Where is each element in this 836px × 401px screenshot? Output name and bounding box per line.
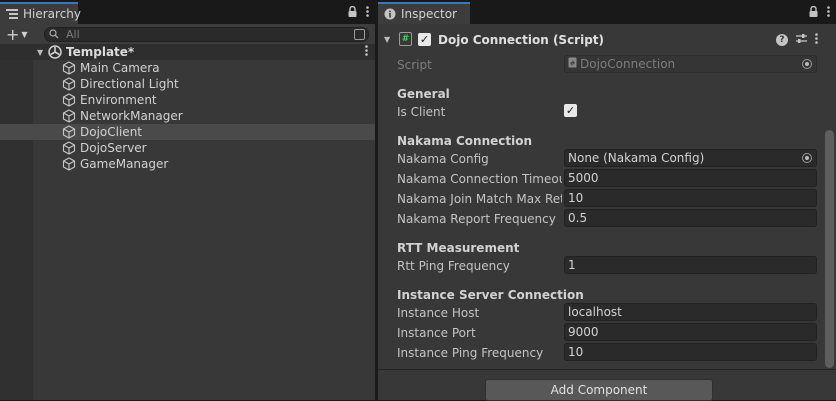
- instance-ping-label: Instance Ping Frequency: [397, 346, 544, 360]
- instance-ping-value: 10: [568, 345, 584, 359]
- tab-inspector-label: Inspector: [401, 7, 457, 21]
- nakama-report-label: Nakama Report Frequency: [397, 212, 556, 226]
- expand-arrow-icon[interactable]: ▼: [37, 48, 43, 57]
- gameobject-cube-icon: [62, 157, 76, 174]
- scene-menu-icon[interactable]: [365, 45, 368, 59]
- add-component-area: Add Component: [378, 369, 836, 401]
- hierarchy-item-label: DojoServer: [80, 141, 147, 155]
- search-input[interactable]: All: [44, 27, 369, 42]
- hierarchy-item-label: Main Camera: [80, 61, 160, 75]
- inspector-scrollbar[interactable]: [825, 130, 834, 368]
- script-value: DojoConnection: [580, 57, 676, 71]
- tab-hierarchy-label: Hierarchy: [23, 7, 82, 21]
- inspector-panel: Inspector ▼ # ✓ Dojo Connection (Script)…: [378, 0, 836, 401]
- gameobject-list: Main Camera Directional Light Environment N…: [0, 60, 375, 172]
- component-header[interactable]: ▼ # ✓ Dojo Connection (Script) ?: [378, 30, 820, 50]
- hierarchy-item[interactable]: Environment: [0, 92, 375, 108]
- instance-port-field[interactable]: 9000: [564, 323, 817, 341]
- nakama-report-field[interactable]: 0.5: [564, 209, 817, 227]
- nakama-config-field[interactable]: None (Nakama Config): [564, 149, 817, 167]
- hierarchy-item-label: NetworkManager: [80, 109, 183, 123]
- script-file-icon: #: [568, 57, 577, 71]
- hierarchy-tree: ▼ Template* Main Camera Directional Light…: [0, 44, 375, 172]
- add-component-button[interactable]: Add Component: [485, 379, 713, 401]
- component-enabled-checkbox[interactable]: ✓: [418, 33, 431, 46]
- instance-host-label: Instance Host: [397, 306, 480, 320]
- list-icon: [6, 8, 18, 20]
- lock-icon[interactable]: [348, 5, 357, 20]
- presets-icon[interactable]: [796, 33, 807, 47]
- hierarchy-panel: Hierarchy + ▼ All ▼ Template* Main Camer…: [0, 0, 375, 400]
- script-field: # DojoConnection: [564, 55, 817, 73]
- hierarchy-item[interactable]: GameManager: [0, 156, 375, 172]
- instance-port-value: 9000: [568, 325, 599, 339]
- is-client-checkbox[interactable]: ✓: [564, 104, 577, 117]
- tab-inspector[interactable]: Inspector: [378, 2, 470, 24]
- nakama-retries-field[interactable]: 10: [564, 189, 817, 207]
- search-icon: [49, 28, 60, 42]
- rtt-ping-field[interactable]: 1: [564, 256, 817, 274]
- component-menu-icon[interactable]: [815, 33, 818, 47]
- hierarchy-item[interactable]: Directional Light: [0, 76, 375, 92]
- tab-hierarchy[interactable]: Hierarchy: [0, 2, 82, 24]
- csharp-script-icon: #: [399, 32, 412, 46]
- scene-row[interactable]: ▼ Template*: [0, 44, 375, 60]
- object-picker-icon: [802, 59, 812, 69]
- help-icon[interactable]: ?: [776, 34, 788, 46]
- create-dropdown-button[interactable]: + ▼: [6, 25, 28, 44]
- script-label: Script: [397, 58, 432, 72]
- nakama-timeout-field[interactable]: 5000: [564, 169, 817, 187]
- section-rtt: RTT Measurement: [397, 241, 520, 255]
- hierarchy-tabbar: Hierarchy: [0, 0, 375, 24]
- inspector-tabbar: Inspector: [378, 0, 836, 24]
- hierarchy-item[interactable]: DojoClient: [0, 124, 375, 140]
- nakama-config-value: None (Nakama Config): [568, 151, 705, 165]
- nakama-timeout-label: Nakama Connection Timeout: [397, 172, 562, 186]
- collapse-arrow-icon[interactable]: ▼: [384, 35, 390, 44]
- hierarchy-item-label: Directional Light: [80, 77, 179, 91]
- instance-host-value: localhost: [568, 305, 622, 319]
- rtt-ping-label: Rtt Ping Frequency: [397, 259, 510, 273]
- nakama-retries-value: 10: [568, 191, 584, 205]
- section-instance: Instance Server Connection: [397, 288, 584, 302]
- instance-host-field[interactable]: localhost: [564, 303, 817, 321]
- hierarchy-item-label: Environment: [80, 93, 157, 107]
- instance-ping-field[interactable]: 10: [564, 343, 817, 361]
- nakama-report-value: 0.5: [568, 211, 588, 225]
- svg-text:#: #: [570, 60, 576, 68]
- info-icon: [384, 8, 396, 20]
- section-general: General: [397, 87, 450, 101]
- nakama-timeout-value: 5000: [568, 171, 599, 185]
- hierarchy-item-label: DojoClient: [80, 125, 142, 139]
- hierarchy-item[interactable]: DojoServer: [0, 140, 375, 156]
- is-client-label: Is Client: [397, 105, 446, 119]
- chevron-down-icon: ▼: [21, 30, 28, 39]
- nakama-retries-label: Nakama Join Match Max Retri: [397, 192, 562, 206]
- lock-icon[interactable]: [809, 5, 818, 20]
- hierarchy-item[interactable]: Main Camera: [0, 60, 375, 76]
- scene-name: Template*: [66, 45, 135, 59]
- plus-icon: +: [6, 25, 20, 44]
- component-title: Dojo Connection (Script): [438, 33, 605, 47]
- more-options-icon[interactable]: [827, 6, 830, 20]
- instance-port-label: Instance Port: [397, 326, 476, 340]
- rtt-ping-value: 1: [568, 258, 576, 272]
- hierarchy-item[interactable]: NetworkManager: [0, 108, 375, 124]
- object-picker-icon[interactable]: [802, 153, 812, 163]
- search-by-type-icon[interactable]: [354, 29, 365, 40]
- section-nakama: Nakama Connection: [397, 134, 533, 148]
- hierarchy-item-label: GameManager: [80, 157, 169, 171]
- more-options-icon[interactable]: [366, 6, 369, 20]
- search-placeholder: All: [66, 28, 80, 41]
- nakama-config-label: Nakama Config: [397, 152, 489, 166]
